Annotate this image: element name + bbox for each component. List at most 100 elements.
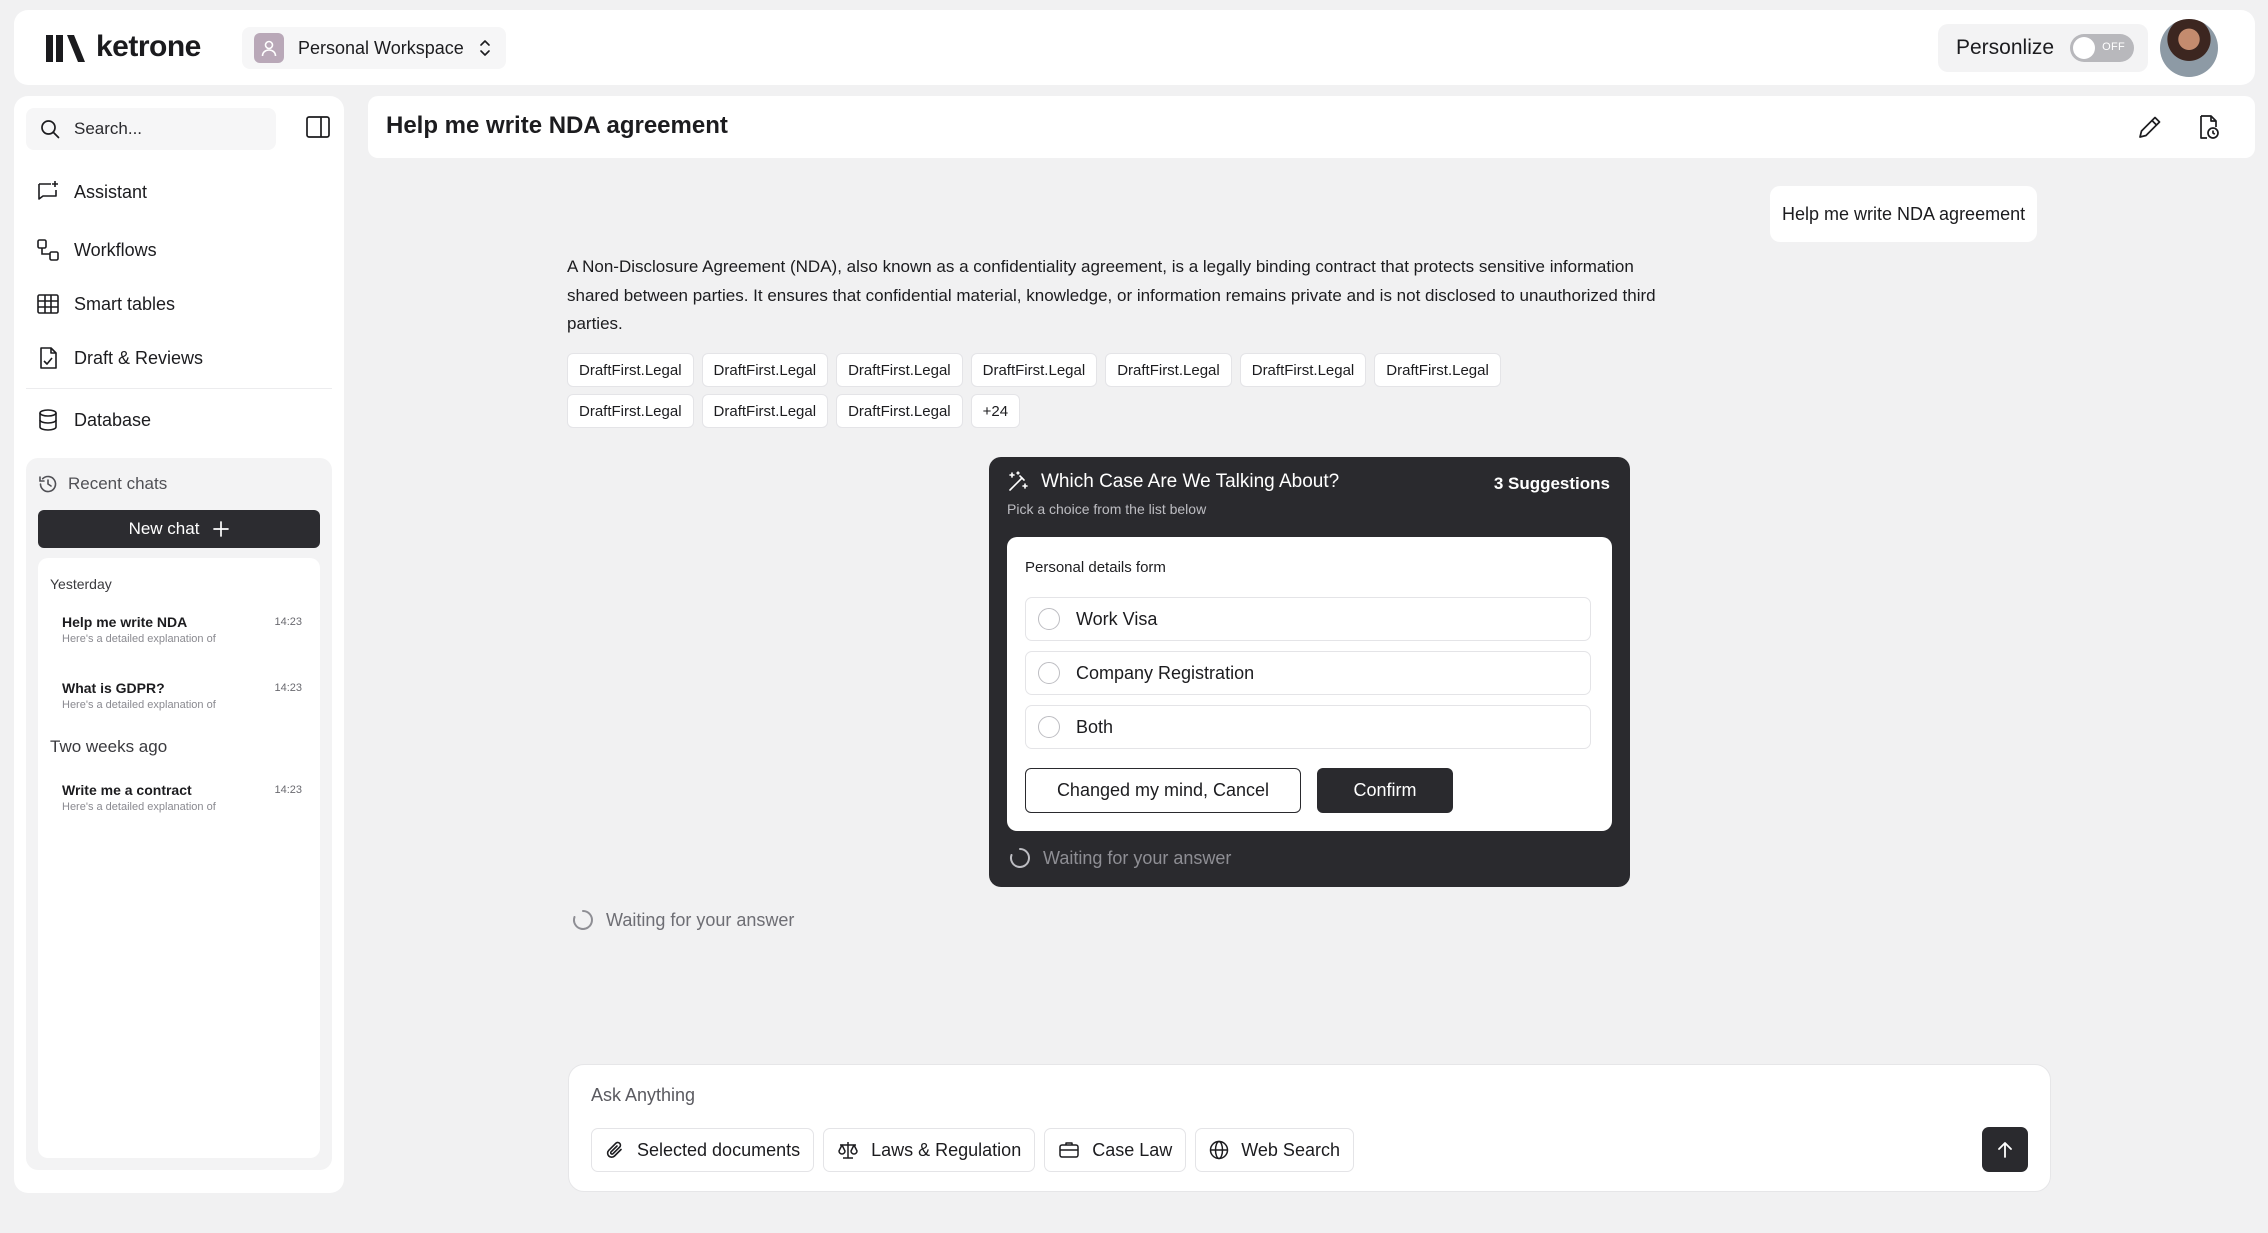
nav-item-draft-reviews[interactable]: Draft & Reviews — [36, 343, 203, 373]
user-message: Help me write NDA agreement — [1770, 186, 2038, 242]
source-chip[interactable]: DraftFirst.Legal — [701, 394, 829, 428]
option-label: Company Registration — [1076, 662, 1255, 683]
radio-button[interactable] — [1038, 662, 1060, 684]
nav-label: Draft & Reviews — [74, 347, 204, 368]
composer-tools: Selected documents Laws & Regulation Cas… — [591, 1128, 1354, 1172]
document-history-icon — [2200, 115, 2219, 139]
toggle-state: OFF — [2102, 41, 2126, 53]
toggle-knob — [2073, 37, 2096, 59]
personalize-toggle[interactable]: OFF — [2070, 34, 2135, 62]
laws-regulation-button[interactable]: Laws & Regulation — [823, 1128, 1036, 1172]
selected-documents-button[interactable]: Selected documents — [591, 1128, 815, 1172]
top-bar: ketrone Personal Workspace Personlize OF… — [14, 10, 2255, 85]
message-input[interactable]: Ask Anything — [591, 1085, 695, 1106]
database-icon — [39, 409, 57, 431]
nav-label: Smart tables — [74, 293, 176, 314]
sidebar: Search... Assistant Workflows Smart tabl… — [14, 96, 344, 1193]
nav-label: Workflows — [74, 239, 157, 260]
history-icon — [39, 475, 57, 493]
waiting-text: Waiting for your answer — [1043, 847, 1232, 868]
chat-title: What is GDPR? — [62, 680, 165, 696]
suggestion-card: Which Case Are We Talking About? 3 Sugge… — [989, 457, 1630, 887]
cancel-button[interactable]: Changed my mind, Cancel — [1025, 768, 1301, 813]
form-label: Personal details form — [1025, 559, 1166, 576]
document-history-button[interactable] — [2194, 113, 2222, 141]
source-chip[interactable]: DraftFirst.Legal — [970, 353, 1098, 387]
scales-icon — [838, 1142, 858, 1159]
nav-item-workflows[interactable]: Workflows — [36, 235, 157, 265]
edit-title-button[interactable] — [2136, 113, 2164, 141]
brand-name: ketrone — [96, 30, 201, 63]
suggestion-card-subtitle: Pick a choice from the list below — [1007, 501, 1207, 517]
send-button[interactable] — [1982, 1127, 2028, 1172]
sidebar-panel-icon — [306, 116, 330, 138]
source-chip[interactable]: DraftFirst.Legal — [836, 353, 963, 387]
tool-label: Laws & Regulation — [871, 1139, 1022, 1160]
option-work-visa[interactable]: Work Visa — [1025, 597, 1591, 641]
workspace-selector[interactable]: Personal Workspace — [242, 27, 506, 69]
option-label: Both — [1076, 716, 1114, 737]
radio-button[interactable] — [1038, 716, 1060, 738]
chat-header: Help me write NDA agreement — [368, 96, 2255, 158]
briefcase-icon — [1059, 1142, 1079, 1158]
more-sources-chip[interactable]: +24 — [970, 394, 1021, 428]
recent-chats-title: Recent chats — [68, 474, 168, 493]
draft-icon — [40, 347, 57, 369]
pencil-icon — [2139, 116, 2161, 138]
chat-preview: Here's a detailed explanation of — [62, 633, 216, 645]
chat-item[interactable]: Help me write NDA Here's a detailed expl… — [62, 614, 302, 645]
source-chip[interactable]: DraftFirst.Legal — [1374, 353, 1501, 387]
nav-item-database[interactable]: Database — [36, 405, 151, 435]
source-chip[interactable]: DraftFirst.Legal — [1239, 353, 1367, 387]
chat-preview: Here's a detailed explanation of — [62, 801, 216, 813]
suggestion-count: 3 Suggestions — [1493, 474, 1610, 493]
spinner-icon — [1010, 848, 1030, 868]
case-law-button[interactable]: Case Law — [1044, 1128, 1187, 1172]
avatar[interactable] — [2160, 19, 2218, 77]
arrow-up-icon — [1998, 1141, 2012, 1158]
card-waiting-status: Waiting for your answer — [1009, 847, 1231, 869]
nav-item-smart-tables[interactable]: Smart tables — [36, 289, 175, 319]
chat-title: Write me a contract — [62, 782, 192, 798]
source-chip[interactable]: DraftFirst.Legal — [567, 394, 694, 428]
web-search-button[interactable]: Web Search — [1195, 1128, 1354, 1172]
source-chip[interactable]: DraftFirst.Legal — [836, 394, 963, 428]
plus-icon — [213, 521, 230, 537]
chat-title: Help me write NDA — [62, 614, 188, 630]
new-chat-button[interactable]: New chat — [38, 510, 320, 548]
radio-button[interactable] — [1038, 608, 1060, 630]
source-chip[interactable]: DraftFirst.Legal — [701, 353, 829, 387]
collapse-sidebar-button[interactable] — [306, 116, 330, 138]
logo-mark-icon — [46, 35, 85, 62]
source-chip[interactable]: DraftFirst.Legal — [1105, 353, 1232, 387]
option-company-registration[interactable]: Company Registration — [1025, 651, 1591, 695]
waiting-text: Waiting for your answer — [606, 909, 795, 930]
confirm-button[interactable]: Confirm — [1317, 768, 1453, 813]
nav-label: Assistant — [74, 181, 148, 202]
chat-item[interactable]: Write me a contract Here's a detailed ex… — [62, 782, 302, 813]
search-placeholder: Search... — [74, 119, 143, 138]
chat-time: 14:23 — [274, 682, 302, 694]
chat-preview: Here's a detailed explanation of — [62, 699, 216, 711]
personal-details-form: Personal details form Work Visa Company … — [1007, 537, 1612, 831]
search-input[interactable]: Search... — [26, 108, 276, 150]
assistant-icon — [38, 181, 58, 200]
source-chips: DraftFirst.Legal DraftFirst.Legal DraftF… — [567, 353, 1577, 428]
new-chat-label: New chat — [128, 519, 200, 538]
chat-time: 14:23 — [274, 784, 302, 796]
chat-time: 14:23 — [274, 616, 302, 628]
suggestion-card-header: Which Case Are We Talking About? — [1007, 471, 1339, 493]
search-icon — [41, 120, 60, 139]
chat-group-label: Yesterday — [50, 576, 112, 592]
chevron-updown-icon — [479, 40, 490, 56]
option-both[interactable]: Both — [1025, 705, 1591, 749]
assistant-message: A Non-Disclosure Agreement (NDA), also k… — [567, 257, 1656, 333]
source-chip[interactable]: DraftFirst.Legal — [567, 353, 694, 387]
tool-label: Web Search — [1241, 1139, 1340, 1160]
spinner-icon — [573, 910, 593, 930]
tool-label: Selected documents — [637, 1139, 801, 1160]
nav-item-assistant[interactable]: Assistant — [36, 177, 147, 207]
logo[interactable]: ketrone — [46, 30, 201, 64]
message-composer: Ask Anything Selected documents Laws & R… — [568, 1064, 2051, 1192]
chat-item[interactable]: What is GDPR? Here's a detailed explanat… — [62, 680, 302, 711]
